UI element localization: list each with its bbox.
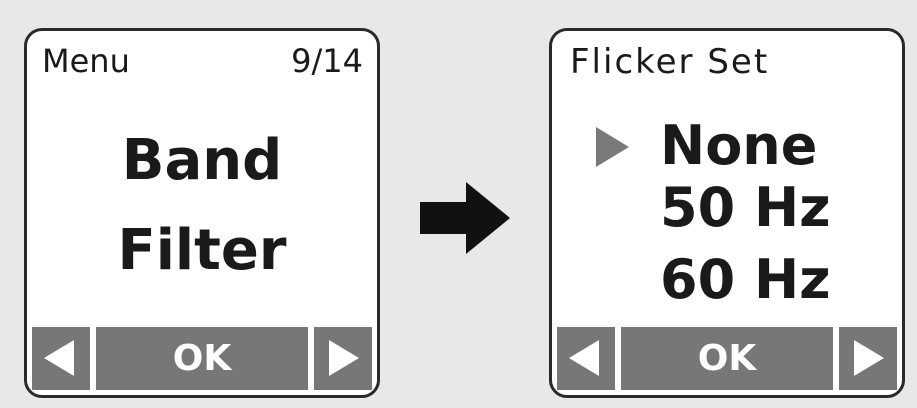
option-none[interactable]: None — [660, 119, 817, 173]
left-triangle-icon — [44, 340, 74, 376]
menu-button-bar: OK — [32, 327, 372, 390]
flicker-prev-button[interactable] — [557, 327, 615, 390]
flicker-ok-button[interactable]: OK — [621, 327, 833, 390]
menu-item-line2: Filter — [117, 218, 287, 283]
option-50hz[interactable]: 50 Hz — [660, 181, 831, 235]
menu-next-button[interactable] — [314, 327, 372, 390]
menu-page-counter: 9/14 — [291, 42, 363, 80]
right-triangle-icon — [854, 340, 884, 376]
right-arrow-icon — [420, 182, 510, 254]
ok-label: OK — [172, 338, 232, 379]
menu-item-line1: Band — [121, 128, 283, 193]
left-triangle-icon — [569, 340, 599, 376]
flicker-set-title: Flicker Set — [570, 42, 770, 82]
menu-ok-button[interactable]: OK — [96, 327, 308, 390]
flicker-set-screen: Flicker Set None 50 Hz 60 Hz OK — [549, 28, 905, 398]
flicker-button-bar: OK — [557, 327, 897, 390]
pointer-triangle-icon — [596, 127, 629, 167]
menu-prev-button[interactable] — [32, 327, 90, 390]
menu-screen: Menu 9/14 Band Filter OK — [24, 28, 380, 398]
menu-header-label: Menu — [42, 42, 130, 80]
right-triangle-icon — [329, 340, 359, 376]
option-60hz[interactable]: 60 Hz — [660, 253, 831, 307]
flicker-next-button[interactable] — [839, 327, 897, 390]
ok-label: OK — [697, 338, 757, 379]
